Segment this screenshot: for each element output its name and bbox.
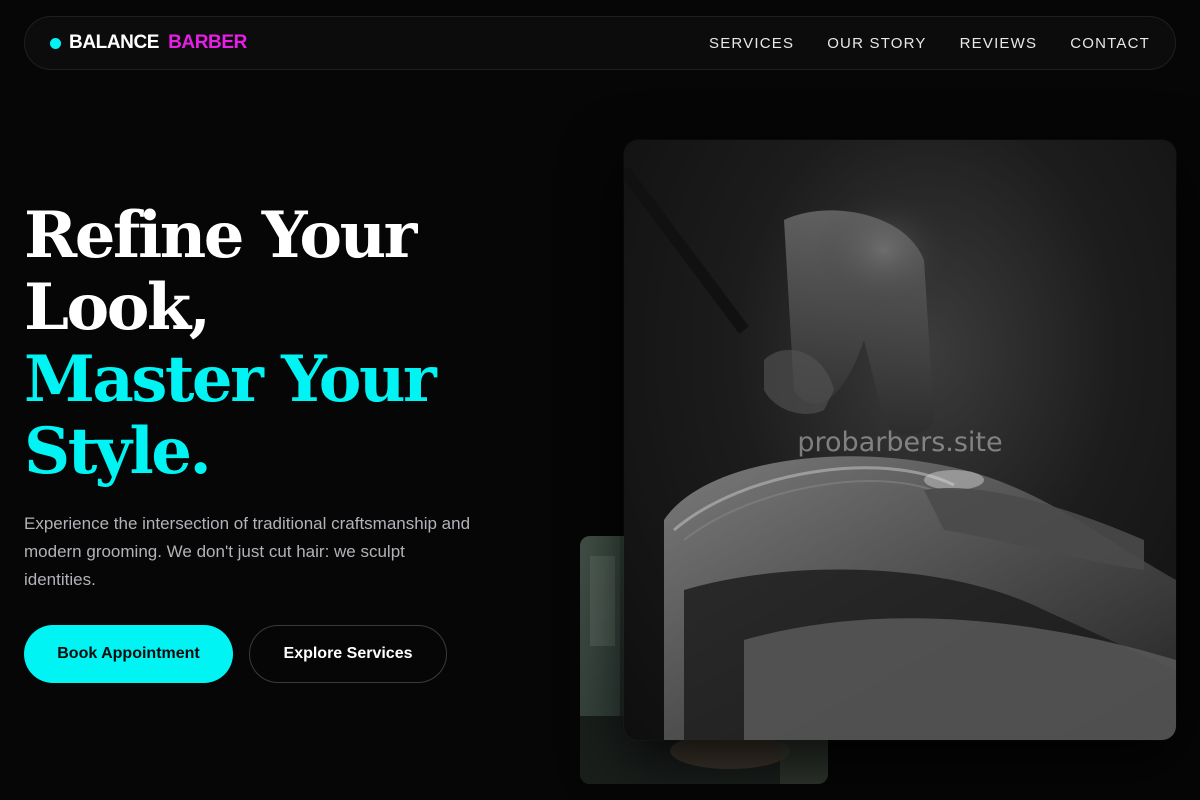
nav-link-contact[interactable]: CONTACT	[1070, 35, 1150, 52]
hero-title: Refine Your Look, Master Your Style.	[24, 200, 544, 488]
hero-title-accent-line-2: Style.	[24, 414, 212, 489]
hero-description: Experience the intersection of tradition…	[24, 514, 471, 589]
explore-services-button[interactable]: Explore Services	[249, 625, 447, 683]
hero-title-line-1: Refine Your	[24, 198, 417, 273]
nav-link-our-story[interactable]: OUR STORY	[827, 35, 926, 52]
brand-name: BALANCE	[69, 32, 160, 53]
hero-title-line-2: Look,	[24, 270, 211, 345]
image-watermark: probarbers.site	[797, 427, 1003, 458]
brand-logo[interactable]: BALANCE BARBER	[50, 32, 247, 54]
nav-link-reviews[interactable]: REVIEWS	[960, 35, 1038, 52]
landing-page: BALANCE BARBER SERVICES OUR STORY REVIEW…	[0, 0, 1200, 800]
book-appointment-button[interactable]: Book Appointment	[24, 625, 233, 683]
barber-at-work-image: probarbers.site	[624, 140, 1176, 740]
brand-accent: BARBER	[168, 32, 247, 53]
top-nav: BALANCE BARBER SERVICES OUR STORY REVIEW…	[24, 16, 1176, 70]
nav-link-services[interactable]: SERVICES	[709, 35, 794, 52]
hero-title-accent-line-1: Master Your	[24, 342, 437, 417]
nav-links: SERVICES OUR STORY REVIEWS CONTACT	[709, 35, 1150, 52]
brand-dot-icon	[50, 37, 61, 49]
